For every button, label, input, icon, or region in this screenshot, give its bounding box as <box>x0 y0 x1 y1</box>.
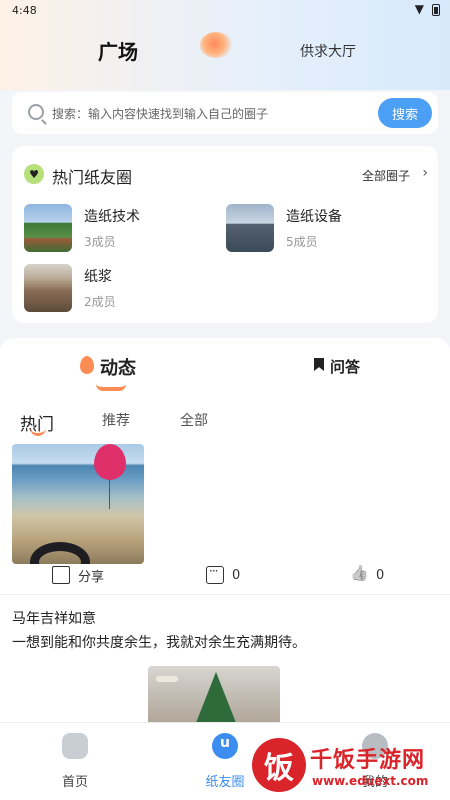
post-image[interactable] <box>12 444 144 564</box>
balloon <box>94 444 126 480</box>
tab-square[interactable]: 广场 <box>98 36 138 65</box>
subtab-all[interactable]: 全部 <box>180 410 208 430</box>
tab-market[interactable]: 供求大厅 <box>300 41 356 61</box>
home-icon <box>62 733 88 759</box>
circle-item[interactable]: 纸浆 2成员 <box>24 264 224 314</box>
balloon-string <box>109 479 110 509</box>
circle-members: 2成员 <box>84 295 116 309</box>
all-circles-link[interactable]: 全部圈子 <box>362 167 410 184</box>
active-tab-indicator <box>96 384 126 391</box>
hot-circles-title: 热门纸友圈 <box>52 168 133 187</box>
circle-name: 纸浆 <box>84 269 112 285</box>
ceiling-lamp <box>156 676 178 682</box>
top-nav: 广场 供求大厅 <box>0 28 450 72</box>
comment-icon <box>206 564 224 584</box>
nav-home-label: 首页 <box>61 775 88 790</box>
like-count: 0 <box>376 567 385 583</box>
share-icon <box>52 566 70 584</box>
feed-panel: 动态 问答 热门 推荐 全部 分享 0 0 <box>0 338 450 738</box>
watermark-title: 千饭手游网 <box>310 748 426 773</box>
share-button[interactable]: 分享 <box>52 564 104 586</box>
subtab-recommend[interactable]: 推荐 <box>102 410 130 430</box>
circle-thumbnail <box>24 204 72 252</box>
tab-dynamic[interactable]: 动态 <box>100 354 136 380</box>
search-input[interactable]: 搜索：输入内容快速找到输入自己的圈子 <box>52 105 268 122</box>
circle-name: 造纸设备 <box>286 209 342 225</box>
chevron-right-icon[interactable]: › <box>422 165 428 181</box>
heart-icon: ♥ <box>24 164 44 184</box>
circle-members: 5成员 <box>286 235 318 249</box>
share-label: 分享 <box>78 569 105 585</box>
tab-qa[interactable]: 问答 <box>330 356 360 377</box>
post-actions: 分享 0 0 <box>0 564 450 588</box>
circle-thumbnail <box>24 264 72 312</box>
wifi-icon: ▼ <box>414 2 424 16</box>
search-bar: 搜索：输入内容快速找到输入自己的圈子 搜索 <box>12 92 438 134</box>
watermark: 饭 千饭手游网 www.eduext.com <box>248 738 448 798</box>
thumbs-up-icon <box>350 566 368 584</box>
status-bar: 4:48 ▼ <box>0 0 450 22</box>
status-time: 4:48 <box>12 4 37 17</box>
circle-item[interactable]: 造纸设备 5成员 <box>226 204 426 254</box>
watermark-logo: 饭 <box>252 738 306 792</box>
swim-ring <box>30 542 90 564</box>
circle-icon <box>212 733 238 759</box>
comment-button[interactable]: 0 <box>206 564 240 586</box>
watermark-url: www.eduext.com <box>312 774 429 788</box>
circle-item[interactable]: 造纸技术 3成员 <box>24 204 224 254</box>
orb-decoration-icon <box>200 32 232 58</box>
like-button[interactable]: 0 <box>350 564 384 586</box>
search-icon <box>28 104 44 120</box>
bookmark-icon <box>314 358 324 371</box>
divider <box>0 594 450 595</box>
nav-home[interactable]: 首页 <box>30 733 120 793</box>
battery-icon <box>432 4 440 16</box>
flame-icon <box>80 356 94 374</box>
post-title[interactable]: 马年吉祥如意 <box>12 608 96 628</box>
post-body[interactable]: 一想到能和你共度余生，我就对余生充满期待。 <box>12 632 306 652</box>
search-button[interactable]: 搜索 <box>378 98 432 128</box>
circle-members: 3成员 <box>84 235 116 249</box>
hot-circles-card: ♥ 热门纸友圈 全部圈子 › 造纸技术 3成员 造纸设备 5成员 纸浆 2成员 <box>12 146 438 323</box>
circle-thumbnail <box>226 204 274 252</box>
app-screen: 4:48 ▼ 广场 供求大厅 搜索：输入内容快速找到输入自己的圈子 搜索 ♥ 热… <box>0 0 450 800</box>
circle-name: 造纸技术 <box>84 209 140 225</box>
comment-count: 0 <box>232 567 241 583</box>
